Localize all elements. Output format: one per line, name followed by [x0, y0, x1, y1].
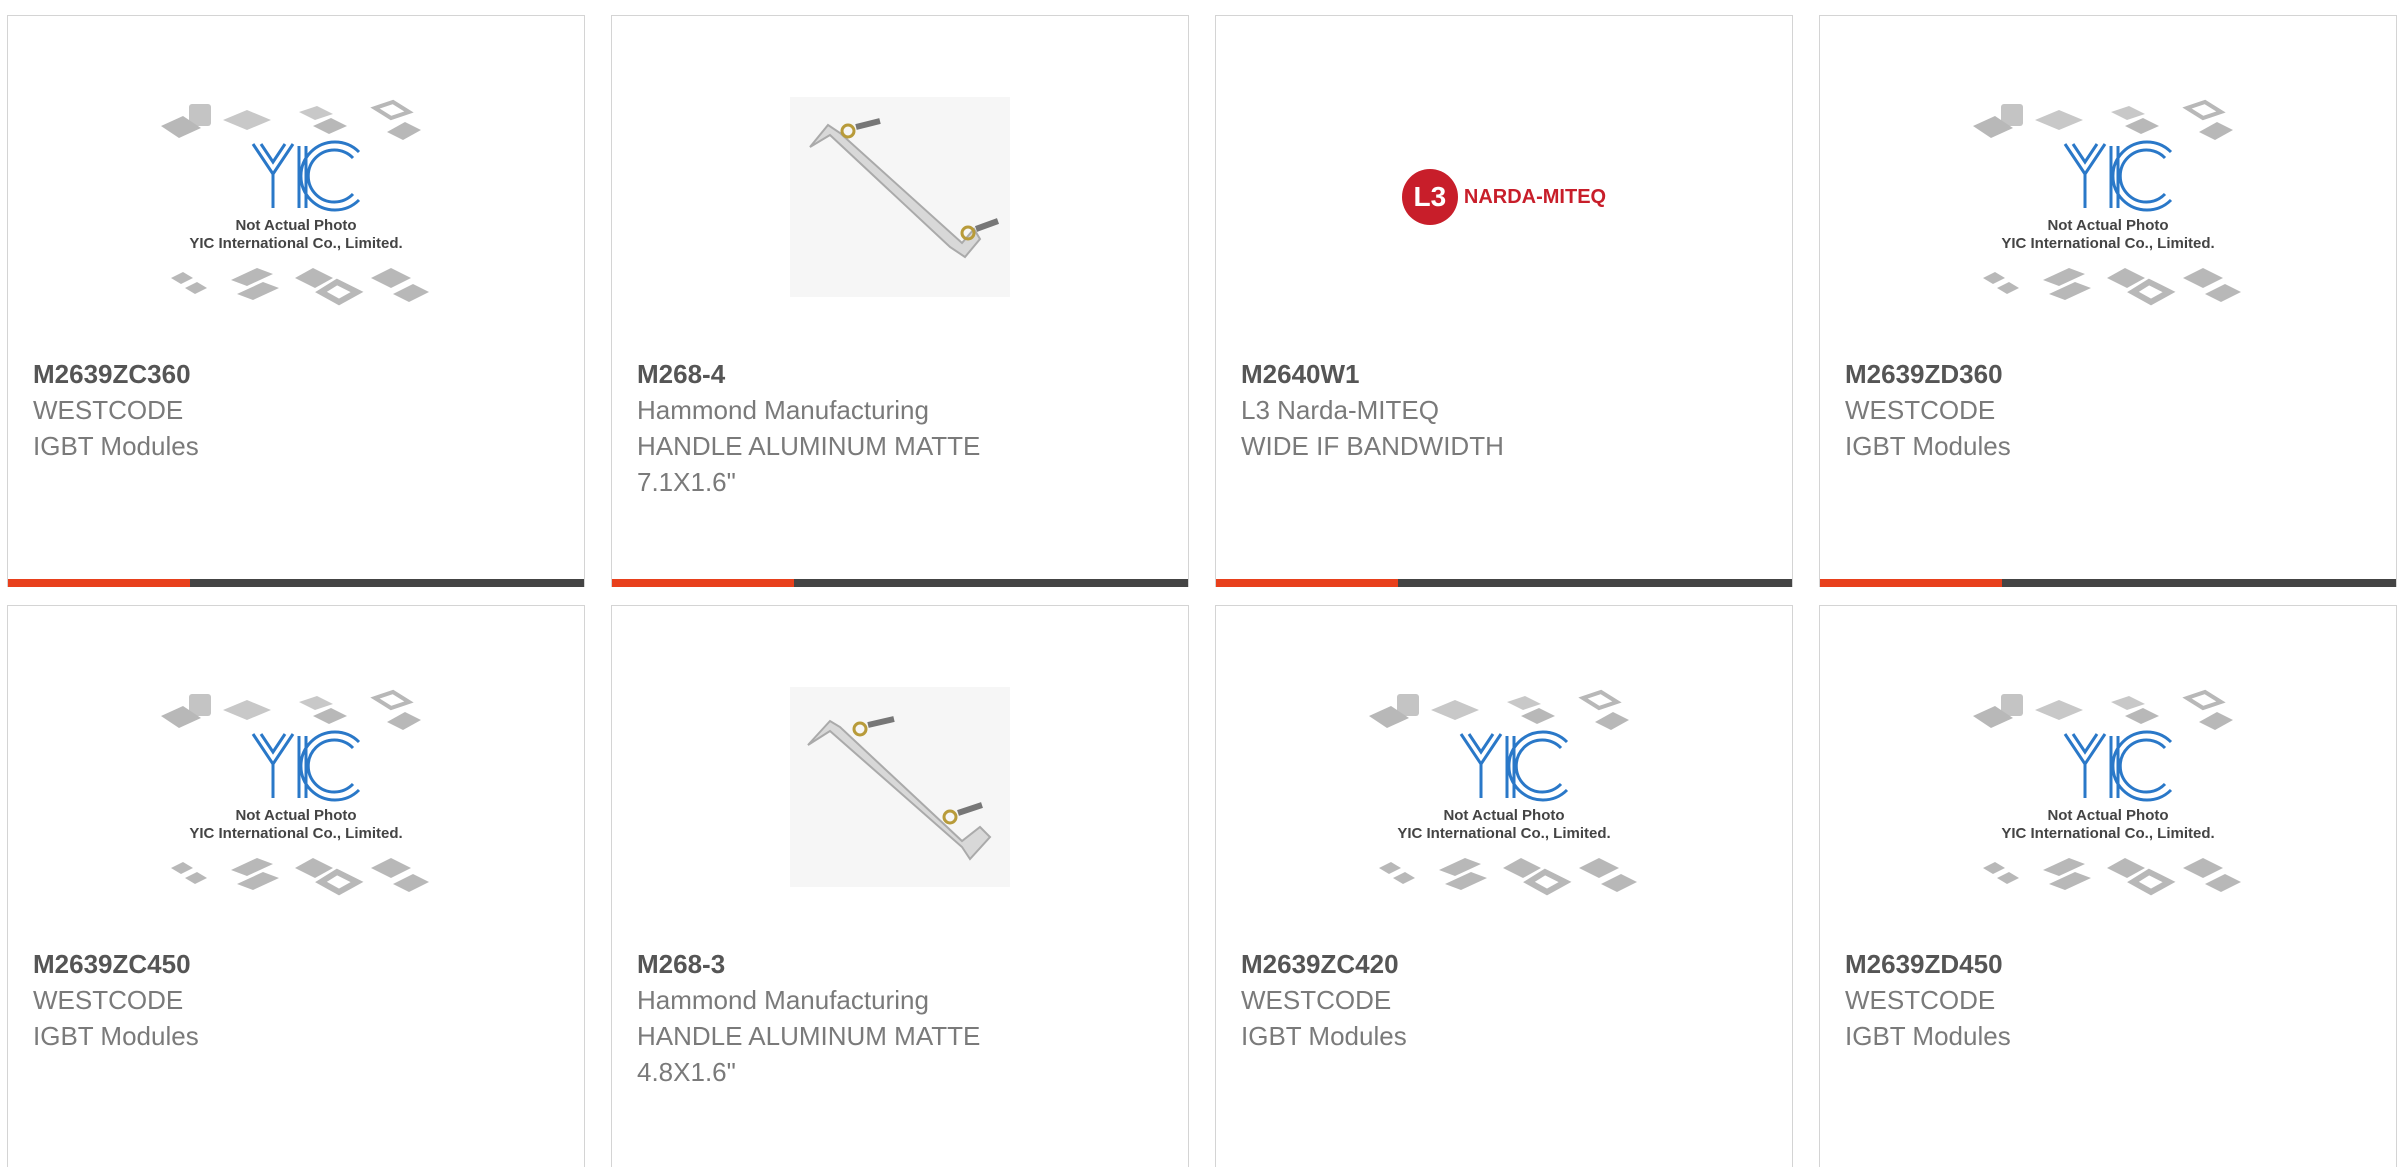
- description: 7.1X1.6": [637, 467, 736, 497]
- narda-logo-text: NARDA-MITEQ: [1463, 185, 1607, 208]
- card-bar: [612, 579, 1188, 587]
- manufacturer: WESTCODE: [33, 985, 184, 1015]
- description: IGBT Modules: [1845, 1021, 2011, 1051]
- yic-placeholder-image: Not Actual Photo YIC International Co., …: [1369, 689, 1637, 896]
- product-card[interactable]: L3 NARDA-MITEQ M2640W1 L3 Narda-MITEQ WI…: [1215, 15, 1793, 587]
- product-card[interactable]: M268-4 Hammond Manufacturing HANDLE ALUM…: [611, 15, 1189, 587]
- product-grid: Not Actual Photo YIC International Co., …: [0, 0, 2400, 1167]
- description: 4.8X1.6": [637, 1057, 736, 1087]
- svg-text:Not Actual Photo: Not Actual Photo: [1443, 807, 1564, 824]
- part-number[interactable]: M2640W1: [1241, 356, 1767, 392]
- manufacturer: L3 Narda-MITEQ: [1241, 395, 1439, 425]
- card-bar-accent: [612, 579, 794, 587]
- product-image[interactable]: Not Actual Photo YIC International Co., …: [161, 672, 431, 902]
- svg-text:Not Actual Photo: Not Actual Photo: [235, 807, 356, 824]
- product-card[interactable]: Not Actual Photo YIC International Co., …: [7, 605, 585, 1167]
- manufacturer: Hammond Manufacturing: [637, 395, 929, 425]
- card-bar: [8, 579, 584, 587]
- description: IGBT Modules: [1241, 1021, 1407, 1051]
- product-image[interactable]: [765, 672, 1035, 902]
- svg-text:YIC International Co., Limited: YIC International Co., Limited.: [2001, 825, 2214, 842]
- description: IGBT Modules: [1845, 431, 2011, 461]
- part-number[interactable]: M268-4: [637, 356, 1163, 392]
- card-bar-accent: [1216, 579, 1398, 587]
- product-card[interactable]: Not Actual Photo YIC International Co., …: [1215, 605, 1793, 1167]
- product-card[interactable]: Not Actual Photo YIC International Co., …: [1819, 605, 2397, 1167]
- card-bar: [1820, 579, 2396, 587]
- description: HANDLE ALUMINUM MATTE: [637, 1021, 981, 1051]
- part-number[interactable]: M2639ZC360: [33, 356, 559, 392]
- handle-photo: [790, 687, 1010, 887]
- manufacturer: WESTCODE: [1241, 985, 1392, 1015]
- description: IGBT Modules: [33, 1021, 199, 1051]
- product-card[interactable]: Not Actual Photo YIC International Co., …: [1819, 15, 2397, 587]
- card-bar: [1216, 579, 1792, 587]
- yic-placeholder-image: Not Actual Photo YIC International Co., …: [161, 99, 429, 306]
- part-number[interactable]: M2639ZD450: [1845, 946, 2371, 982]
- handle-photo: [790, 97, 1010, 297]
- product-image[interactable]: L3 NARDA-MITEQ: [1369, 82, 1639, 312]
- l3-logo-mark: L3: [1401, 169, 1458, 225]
- description: HANDLE ALUMINUM MATTE: [637, 431, 981, 461]
- product-card[interactable]: M268-3 Hammond Manufacturing HANDLE ALUM…: [611, 605, 1189, 1167]
- manufacturer: WESTCODE: [1845, 395, 1996, 425]
- svg-text:YIC International Co., Limited: YIC International Co., Limited.: [2001, 235, 2214, 252]
- part-number[interactable]: M2639ZC420: [1241, 946, 1767, 982]
- manufacturer: Hammond Manufacturing: [637, 985, 929, 1015]
- card-bar-accent: [8, 579, 190, 587]
- svg-text:YIC International Co., Limited: YIC International Co., Limited.: [189, 825, 402, 842]
- svg-text:Not Actual Photo: Not Actual Photo: [2047, 807, 2168, 824]
- yic-placeholder-image: Not Actual Photo YIC International Co., …: [161, 689, 429, 896]
- svg-text:YIC International Co., Limited: YIC International Co., Limited.: [189, 235, 402, 252]
- svg-text:Not Actual Photo: Not Actual Photo: [235, 217, 356, 234]
- part-number[interactable]: M2639ZD360: [1845, 356, 2371, 392]
- narda-miteq-logo: L3 NARDA-MITEQ: [1401, 169, 1607, 225]
- product-image[interactable]: Not Actual Photo YIC International Co., …: [1973, 672, 2243, 902]
- product-card[interactable]: Not Actual Photo YIC International Co., …: [7, 15, 585, 587]
- yic-placeholder-image: Not Actual Photo YIC International Co., …: [1973, 99, 2241, 306]
- part-number[interactable]: M2639ZC450: [33, 946, 559, 982]
- product-image[interactable]: Not Actual Photo YIC International Co., …: [1973, 82, 2243, 312]
- product-image[interactable]: [765, 82, 1035, 312]
- part-number[interactable]: M268-3: [637, 946, 1163, 982]
- description: WIDE IF BANDWIDTH: [1241, 431, 1504, 461]
- manufacturer: WESTCODE: [33, 395, 184, 425]
- card-bar-accent: [1820, 579, 2002, 587]
- product-image[interactable]: Not Actual Photo YIC International Co., …: [161, 82, 431, 312]
- product-image[interactable]: Not Actual Photo YIC International Co., …: [1369, 672, 1639, 902]
- yic-placeholder-image: Not Actual Photo YIC International Co., …: [1973, 689, 2241, 896]
- svg-text:YIC International Co., Limited: YIC International Co., Limited.: [1397, 825, 1610, 842]
- svg-text:Not Actual Photo: Not Actual Photo: [2047, 217, 2168, 234]
- description: IGBT Modules: [33, 431, 199, 461]
- manufacturer: WESTCODE: [1845, 985, 1996, 1015]
